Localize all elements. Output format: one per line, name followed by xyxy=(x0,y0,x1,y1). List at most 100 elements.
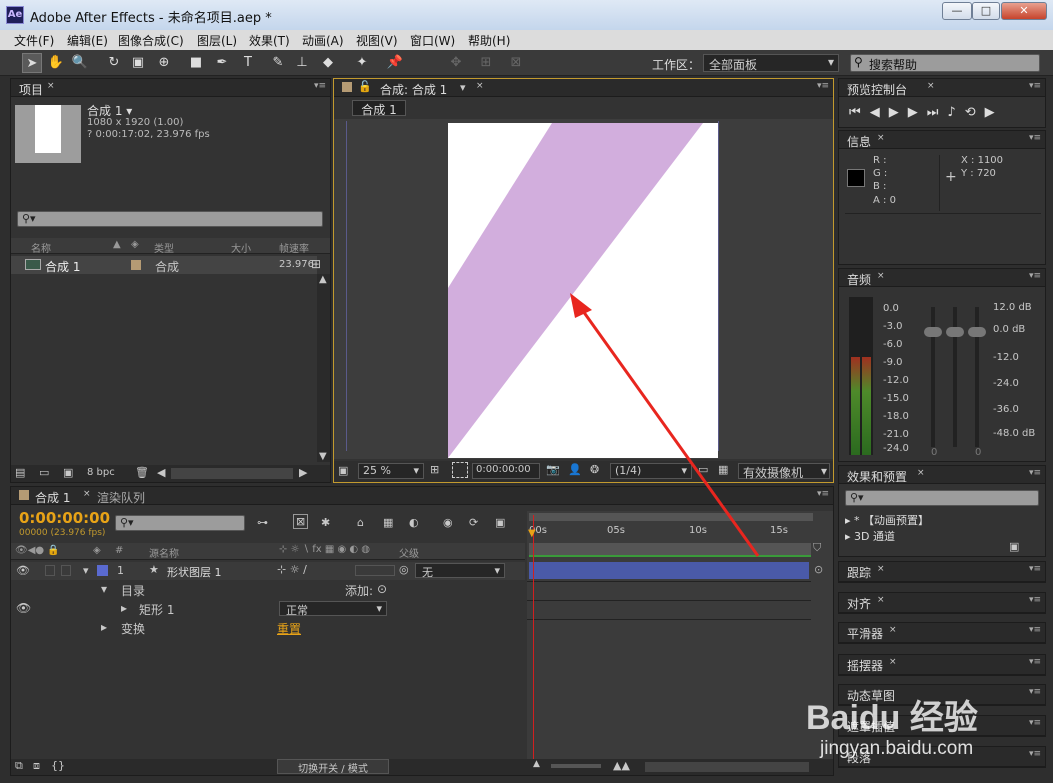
effects-search-input[interactable]: ⚲▾ xyxy=(845,490,1039,506)
graph-editor-icon[interactable]: ▣ xyxy=(495,516,505,529)
minimize-button[interactable]: — xyxy=(942,2,972,20)
draft-3d-icon[interactable]: ✱ xyxy=(321,516,330,529)
parent-select[interactable]: 无 ▾ xyxy=(415,563,505,579)
trash-icon[interactable]: 🗑 xyxy=(135,466,149,479)
puppet-pin-tool-icon[interactable]: 📌 xyxy=(385,53,405,73)
roto-brush-tool-icon[interactable]: ✦ xyxy=(352,53,372,73)
new-preset-icon[interactable]: ▣ xyxy=(1009,540,1019,553)
in-out-icon[interactable]: {} xyxy=(51,759,65,772)
solo-switch[interactable] xyxy=(45,565,55,576)
prev-frame-icon[interactable]: ◀ xyxy=(870,105,889,120)
last-frame-icon[interactable]: ⏭ xyxy=(927,105,948,120)
add-label[interactable]: 添加: xyxy=(345,582,373,599)
zoom-tool-icon[interactable]: 🔍 xyxy=(70,53,90,73)
preview-tab[interactable]: 预览控制台 × ▾≡ xyxy=(839,79,1045,97)
menu-view[interactable]: 视图(V) xyxy=(356,32,398,49)
close-icon[interactable]: × xyxy=(47,81,55,91)
slider-knob-right[interactable] xyxy=(968,327,986,337)
panel-menu-icon[interactable]: ▾≡ xyxy=(314,81,326,91)
lock-switch[interactable] xyxy=(61,565,71,576)
toggle-switches-modes[interactable]: 切换开关 / 模式 xyxy=(277,759,389,775)
menu-layer[interactable]: 图层(L) xyxy=(197,32,237,49)
effects-item[interactable]: ▸ 3D 通道 xyxy=(845,528,895,544)
project-search-input[interactable]: ⚲▾ xyxy=(17,211,323,227)
rectangle-row[interactable]: 👁 ▸ 矩形 1 正常 ▾ xyxy=(11,600,525,618)
panel-menu-icon[interactable]: ▾≡ xyxy=(1029,718,1041,728)
eye-icon[interactable]: 👁 xyxy=(16,564,30,577)
hide-shy-icon[interactable]: ⌂ xyxy=(357,516,364,529)
horizontal-scrollbar[interactable] xyxy=(171,468,293,479)
camera-tool-icon[interactable]: ▣ xyxy=(128,53,148,73)
expand-icon[interactable]: ▸ xyxy=(121,601,127,615)
playhead-icon[interactable]: ▼ xyxy=(528,528,536,539)
render-queue-tab[interactable]: 渲染队列 xyxy=(97,489,145,506)
close-icon[interactable]: × xyxy=(927,81,935,91)
expand-icon[interactable]: ▸ xyxy=(845,514,854,527)
live-update-icon[interactable]: ⊠ xyxy=(293,514,309,529)
zoom-in-icon[interactable]: ▲▲ xyxy=(613,759,630,772)
scroll-right-icon[interactable]: ▶ xyxy=(299,466,307,479)
slider-track-right[interactable] xyxy=(968,307,986,447)
col-source-name[interactable]: 源名称 xyxy=(149,545,179,560)
add-icon[interactable]: ⊙ xyxy=(377,582,387,596)
first-frame-icon[interactable]: ⏮ xyxy=(849,105,870,120)
close-icon[interactable]: × xyxy=(877,133,885,143)
maximize-button[interactable]: □ xyxy=(972,2,1000,20)
panel-menu-icon[interactable]: ▾≡ xyxy=(1029,657,1041,667)
comp-subtab[interactable]: 合成 1 xyxy=(352,100,406,117)
brush-tool-icon[interactable]: ✎ xyxy=(268,53,288,73)
effects-item[interactable]: ▸ * 【动画预置】 xyxy=(845,512,929,528)
next-frame-icon[interactable]: ▶ xyxy=(908,105,927,120)
panel-menu-icon[interactable]: ▾≡ xyxy=(817,81,829,91)
slider-track-center[interactable] xyxy=(946,307,964,447)
expand-icon[interactable]: ▸ xyxy=(845,530,854,543)
safe-zones-icon[interactable]: ⊞ xyxy=(430,463,439,476)
timeline-timecode[interactable]: 0:00:00:00 xyxy=(19,509,110,527)
eraser-tool-icon[interactable]: ◆ xyxy=(318,53,338,73)
menu-composition[interactable]: 图像合成(C) xyxy=(118,32,184,49)
panel-menu-icon[interactable]: ▾≡ xyxy=(1029,271,1041,281)
close-icon[interactable]: × xyxy=(917,468,925,478)
slider-knob-left[interactable] xyxy=(924,327,942,337)
scroll-down-icon[interactable]: ▼ xyxy=(319,451,327,462)
menu-help[interactable]: 帮助(H) xyxy=(468,32,510,49)
comp-mini-flowchart-icon[interactable]: ⊶ xyxy=(257,516,268,529)
mask-visibility-icon[interactable] xyxy=(452,462,468,478)
workspace-select[interactable]: 全部面板 ▾ xyxy=(703,54,839,72)
col-parent[interactable]: 父级 xyxy=(399,545,419,560)
clone-stamp-tool-icon[interactable]: ⊥ xyxy=(292,53,312,73)
loop-icon[interactable]: ⟲ xyxy=(965,105,985,120)
layer-duration-bar[interactable] xyxy=(529,562,809,579)
flowchart-icon[interactable]: ⊞ xyxy=(311,257,321,271)
brainstorm-icon[interactable]: ◉ xyxy=(443,516,453,529)
play-icon[interactable]: ▶ xyxy=(889,105,908,120)
bpc-label[interactable]: 8 bpc xyxy=(87,467,115,478)
ram-preview-icon[interactable]: ▶ xyxy=(985,105,1004,120)
panel-menu-icon[interactable]: ▾≡ xyxy=(1029,564,1041,574)
reset-link[interactable]: 重置 xyxy=(277,620,301,637)
col-fps[interactable]: 帧速率 xyxy=(279,240,309,255)
close-icon[interactable]: × xyxy=(877,564,885,574)
project-tab[interactable]: 项目 × ▾≡ xyxy=(11,79,330,97)
text-tool-icon[interactable]: T xyxy=(238,53,258,73)
close-icon[interactable]: × xyxy=(877,271,885,281)
audio-icon[interactable]: ♪ xyxy=(947,105,964,120)
transform-row[interactable]: ▸ 变换 重置 xyxy=(11,619,525,637)
pen-tool-icon[interactable]: ✒ xyxy=(212,53,232,73)
new-folder-icon[interactable]: ▭ xyxy=(39,466,49,479)
panel-menu-icon[interactable]: ▾≡ xyxy=(1029,625,1041,635)
pickwhip-icon[interactable]: ◎ xyxy=(399,563,409,576)
current-time-indicator[interactable] xyxy=(533,515,534,759)
panel-menu-icon[interactable]: ▾≡ xyxy=(817,489,829,499)
wiggler-tab[interactable]: 摇摆器 × ▾≡ xyxy=(839,655,1045,675)
col-size[interactable]: 大小 xyxy=(231,240,251,255)
comp-button-icon[interactable]: ⛉ xyxy=(813,541,831,557)
close-icon[interactable]: × xyxy=(889,625,897,635)
timeline-search-input[interactable]: ⚲▾ xyxy=(115,515,245,531)
eye-icon[interactable]: 👁 xyxy=(16,601,31,615)
project-row[interactable]: 合成 1 合成 23.976 ⊞ xyxy=(11,256,321,274)
scroll-up-icon[interactable]: ▲ xyxy=(319,274,327,285)
layer-switch-icon[interactable]: ⊙ xyxy=(814,563,830,579)
panel-menu-icon[interactable]: ▾≡ xyxy=(1029,687,1041,697)
blend-mode-select[interactable]: 正常 ▾ xyxy=(279,601,387,617)
